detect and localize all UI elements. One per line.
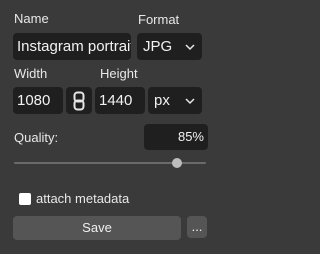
attach-metadata-label: attach metadata bbox=[36, 191, 130, 206]
name-label: Name bbox=[14, 11, 49, 26]
export-panel: Name Format Instagram portrait JPG Width… bbox=[0, 0, 220, 254]
height-input[interactable]: 1440 bbox=[95, 87, 145, 114]
chain-link-icon bbox=[73, 91, 85, 110]
unit-select-value: px bbox=[154, 92, 170, 109]
unit-select[interactable]: px bbox=[148, 87, 202, 114]
quality-slider-thumb[interactable] bbox=[172, 158, 183, 168]
quality-label: Quality: bbox=[14, 130, 59, 145]
format-select-value: JPG bbox=[143, 38, 173, 55]
attach-metadata-checkbox[interactable] bbox=[19, 193, 31, 205]
width-label: Width bbox=[14, 66, 48, 81]
quality-input[interactable]: 85% bbox=[144, 124, 208, 150]
format-label: Format bbox=[138, 12, 180, 27]
width-input[interactable]: 1080 bbox=[13, 87, 63, 114]
chevron-down-icon bbox=[185, 43, 195, 50]
height-label: Height bbox=[100, 66, 138, 81]
format-select[interactable]: JPG bbox=[137, 33, 202, 60]
name-input[interactable]: Instagram portrait bbox=[13, 33, 131, 60]
more-options-button[interactable]: ... bbox=[187, 216, 207, 238]
link-dimensions-button[interactable] bbox=[66, 87, 92, 114]
chevron-down-icon bbox=[185, 97, 195, 104]
save-button[interactable]: Save bbox=[13, 216, 181, 240]
